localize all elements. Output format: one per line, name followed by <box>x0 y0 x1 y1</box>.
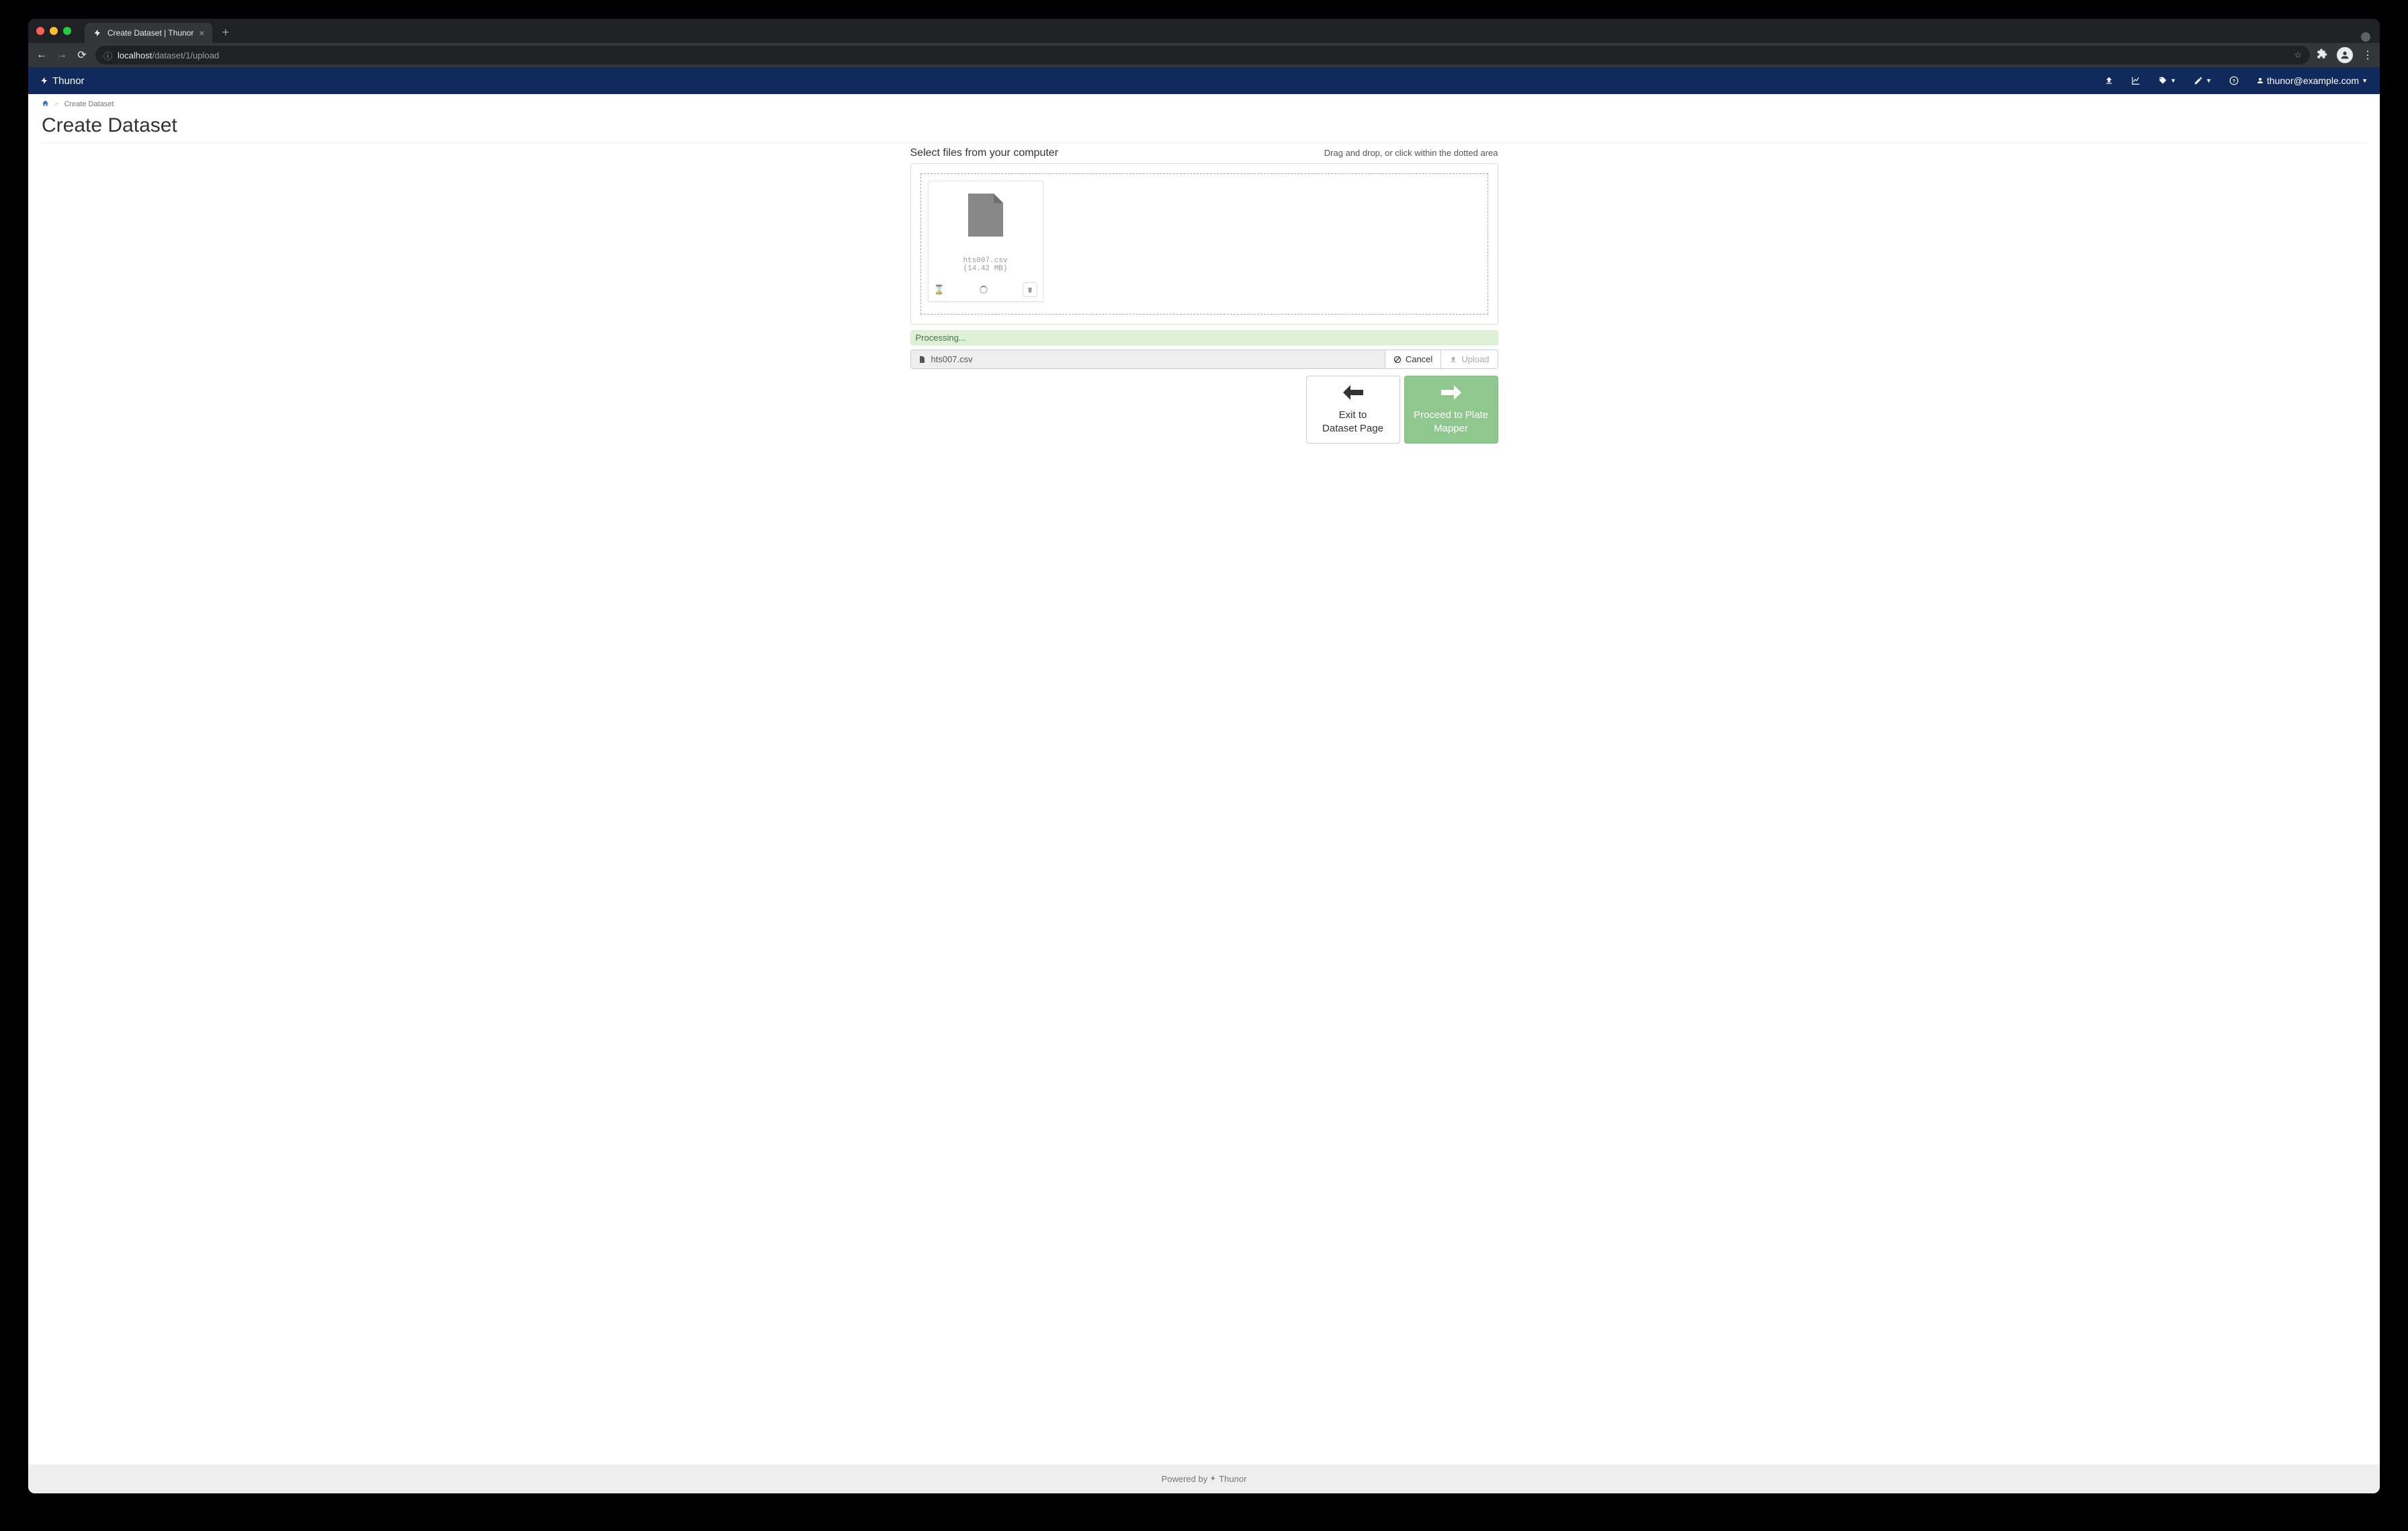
browser-tab[interactable]: Create Dataset | Thunor × <box>85 23 212 43</box>
cancel-button[interactable]: Cancel <box>1385 350 1440 368</box>
profile-avatar[interactable] <box>2337 47 2353 63</box>
exit-line2: Dataset Page <box>1322 422 1383 436</box>
window-zoom-button[interactable] <box>63 27 71 35</box>
url-host: localhost <box>118 50 152 60</box>
window-close-button[interactable] <box>36 27 44 35</box>
nav-upload-icon[interactable] <box>2104 76 2114 85</box>
upload-button[interactable]: Upload <box>1440 350 1497 368</box>
reload-button[interactable]: ⟳ <box>75 48 89 62</box>
nav-tags-icon[interactable]: ▼ <box>2158 76 2176 85</box>
caret-down-icon: ▼ <box>2170 77 2176 84</box>
bolt-icon <box>93 28 102 38</box>
file-card-size: (14.42 MB) <box>963 265 1007 273</box>
brand[interactable]: Thunor <box>40 75 85 87</box>
brand-name: Thunor <box>52 75 85 87</box>
tab-title: Create Dataset | Thunor <box>108 28 194 38</box>
drop-hint: Drag and drop, or click within the dotte… <box>1324 148 1498 158</box>
spinner-icon <box>980 286 988 294</box>
file-icon <box>967 194 1004 238</box>
window-minimize-button[interactable] <box>50 27 58 35</box>
page-title: Create Dataset <box>42 114 2366 143</box>
nav-help-icon[interactable]: ? <box>2229 76 2239 85</box>
footer: Powered by Thunor <box>28 1464 2380 1493</box>
arrow-right-icon <box>1439 383 1463 406</box>
forward-button[interactable]: → <box>55 49 69 61</box>
bolt-icon <box>1210 1474 1216 1484</box>
file-row-name-cell: hts007.csv <box>911 350 1385 368</box>
browser-status-dot <box>2361 32 2370 42</box>
breadcrumb-current: Create Dataset <box>64 100 114 108</box>
site-info-icon[interactable]: ⓘ <box>103 49 112 62</box>
nav-edit-icon[interactable]: ▼ <box>2194 76 2212 85</box>
file-icon <box>918 355 926 364</box>
exit-to-dataset-button[interactable]: Exit to Dataset Page <box>1306 376 1400 444</box>
url-field[interactable]: ⓘ localhost/dataset/1/upload ☆ <box>95 46 2310 65</box>
breadcrumb: > Create Dataset <box>28 94 2380 114</box>
footer-powered: Powered by <box>1162 1474 1208 1484</box>
bolt-icon <box>40 76 48 85</box>
tab-close-button[interactable]: × <box>199 28 204 38</box>
hourglass-icon: ⌛ <box>934 284 945 295</box>
app-navbar: Thunor ▼ ▼ ? <box>28 67 2380 94</box>
processing-status: Processing... <box>910 330 1498 345</box>
select-files-label: Select files from your computer <box>910 147 1059 159</box>
nav-chart-icon[interactable] <box>2131 76 2141 85</box>
proceed-plate-mapper-button[interactable]: Proceed to Plate Mapper <box>1404 376 1498 444</box>
footer-name: Thunor <box>1219 1474 1246 1484</box>
processing-label: Processing... <box>916 333 966 343</box>
user-email: thunor@example.com <box>2267 75 2359 86</box>
proceed-line2: Mapper <box>1434 422 1468 436</box>
breadcrumb-separator: > <box>54 100 58 108</box>
browser-menu-button[interactable]: ⋮ <box>2362 48 2373 62</box>
svg-text:?: ? <box>2233 78 2236 84</box>
file-remove-button[interactable] <box>1023 282 1037 297</box>
caret-down-icon: ▼ <box>2206 77 2212 84</box>
file-row-name: hts007.csv <box>931 354 973 364</box>
extensions-icon[interactable] <box>2317 48 2327 63</box>
upload-label: Upload <box>1461 354 1489 364</box>
browser-address-bar: ← → ⟳ ⓘ localhost/dataset/1/upload ☆ ⋮ <box>28 43 2380 67</box>
drop-zone[interactable]: hts007.csv (14.42 MB) ⌛ <box>920 173 1488 315</box>
file-card: hts007.csv (14.42 MB) ⌛ <box>928 181 1043 302</box>
new-tab-button[interactable]: + <box>218 26 233 40</box>
proceed-line1: Proceed to Plate <box>1414 409 1488 422</box>
cancel-label: Cancel <box>1406 354 1432 364</box>
browser-tab-strip: Create Dataset | Thunor × + <box>28 19 2380 43</box>
back-button[interactable]: ← <box>35 49 48 61</box>
url-path: /dataset/1/upload <box>152 50 219 60</box>
file-card-name: hts007.csv <box>963 257 1007 265</box>
exit-line1: Exit to <box>1339 409 1367 422</box>
nav-user-menu[interactable]: thunor@example.com ▼ <box>2256 75 2368 86</box>
caret-down-icon: ▼ <box>2362 77 2368 84</box>
bookmark-star-icon[interactable]: ☆ <box>2294 50 2302 60</box>
window-controls <box>36 27 71 35</box>
drop-panel: hts007.csv (14.42 MB) ⌛ <box>910 163 1498 325</box>
file-row: hts007.csv Cancel Upload <box>910 349 1498 369</box>
arrow-left-icon <box>1341 383 1365 406</box>
breadcrumb-home[interactable] <box>42 99 49 109</box>
